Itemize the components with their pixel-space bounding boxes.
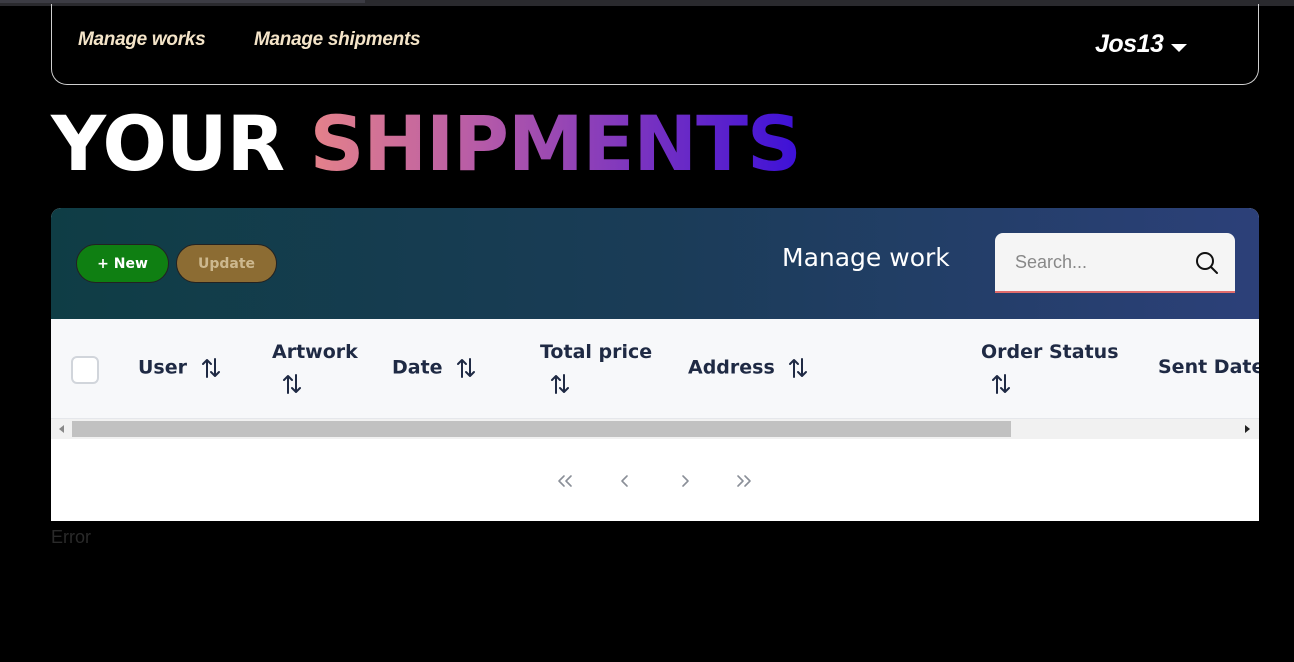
scroll-left-arrow-icon[interactable] <box>59 425 64 433</box>
page-title-part2: SHIPMENTS <box>309 99 802 188</box>
search-input[interactable] <box>1015 249 1185 275</box>
sort-icon[interactable] <box>787 356 809 380</box>
column-header-order-status[interactable]: Order Status <box>981 341 1119 363</box>
column-header-total-price[interactable]: Total price <box>540 341 652 363</box>
last-page-icon <box>737 475 751 487</box>
column-label-user: User <box>138 356 187 379</box>
nav-link-manage-works[interactable]: Manage works <box>78 29 206 51</box>
error-message: Error <box>51 527 91 547</box>
horizontal-scrollbar[interactable] <box>51 419 1259 439</box>
sort-icon[interactable] <box>281 372 303 396</box>
page-title: YOUR SHIPMENTS <box>51 106 802 182</box>
first-page-icon <box>558 475 572 487</box>
column-header-artwork[interactable]: Artwork <box>272 341 358 363</box>
sort-icon[interactable] <box>990 372 1012 396</box>
sort-icon[interactable] <box>549 372 571 396</box>
caret-down-icon <box>1171 44 1188 52</box>
column-label-order-status: Order Status <box>981 341 1119 363</box>
prev-page-icon <box>621 475 628 487</box>
next-page-icon <box>682 475 689 487</box>
shipments-panel: + New Update Manage work User Artwork Da… <box>51 208 1259 521</box>
next-page-button[interactable] <box>670 466 700 496</box>
column-header-sent-date[interactable]: Sent Date <box>1158 356 1259 378</box>
scroll-right-arrow-icon[interactable] <box>1245 425 1250 433</box>
sort-icon[interactable] <box>455 356 477 380</box>
prev-page-button[interactable] <box>610 466 640 496</box>
user-menu[interactable]: Jos13 <box>1095 29 1188 59</box>
panel-header: + New Update Manage work <box>51 208 1259 319</box>
search-box <box>995 233 1235 293</box>
column-label-sent-date: Sent Date <box>1158 356 1259 378</box>
table-header: User Artwork Date Total price Address Or… <box>51 319 1259 419</box>
update-button[interactable]: Update <box>176 244 277 283</box>
nav-link-manage-shipments[interactable]: Manage shipments <box>254 29 421 51</box>
sort-icon[interactable] <box>200 356 222 380</box>
column-label-address: Address <box>688 356 775 379</box>
column-label-total-price: Total price <box>540 341 653 363</box>
first-page-button[interactable] <box>550 466 580 496</box>
column-header-user[interactable]: User <box>138 356 222 380</box>
pagination <box>51 466 1259 496</box>
select-all-checkbox[interactable] <box>71 356 99 384</box>
panel-header-title: Manage work <box>782 243 950 272</box>
new-button[interactable]: + New <box>76 244 169 283</box>
column-label-artwork: Artwork <box>272 341 358 363</box>
column-label-date: Date <box>392 356 443 379</box>
top-navbar: Manage works Manage shipments Jos13 <box>51 4 1259 85</box>
scrollbar-thumb[interactable] <box>72 421 1011 437</box>
browser-top-highlight <box>0 0 365 3</box>
last-page-button[interactable] <box>729 466 759 496</box>
search-icon[interactable] <box>1194 250 1220 276</box>
column-header-address[interactable]: Address <box>688 356 809 380</box>
column-header-date[interactable]: Date <box>392 356 477 380</box>
user-name: Jos13 <box>1095 29 1164 58</box>
page-title-part1: YOUR <box>51 99 285 188</box>
